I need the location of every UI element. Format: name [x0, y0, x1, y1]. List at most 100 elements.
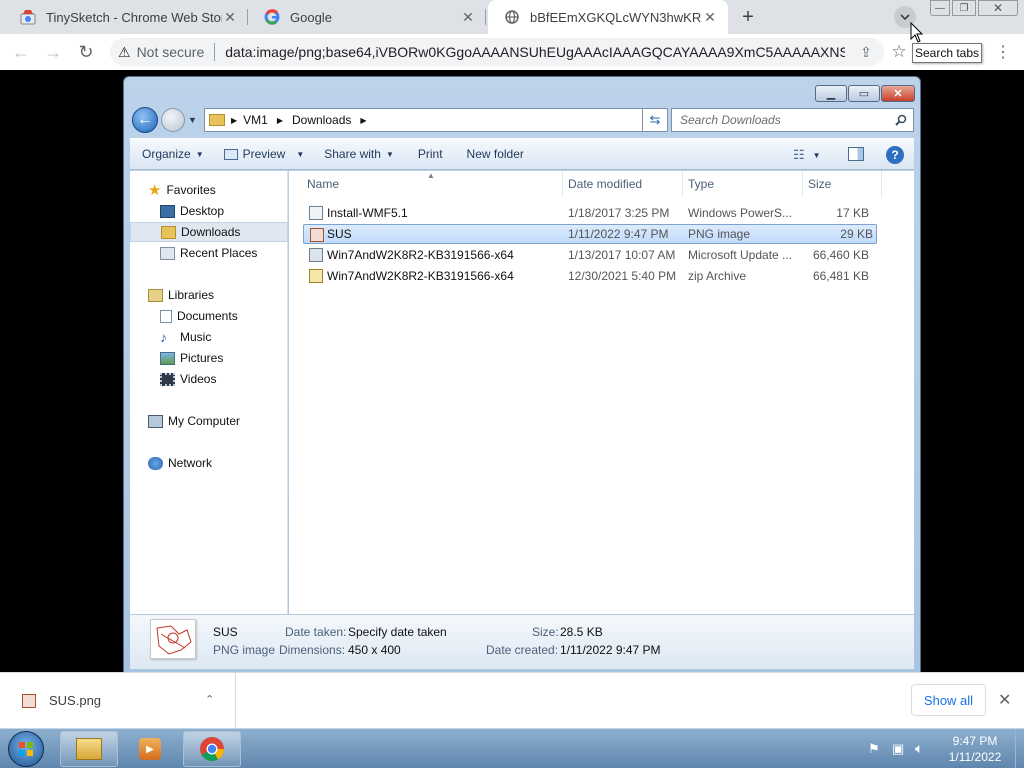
explorer-address-bar[interactable]: ▶ VM1 ▶ Downloads ▶ ▼ — [204, 108, 668, 132]
recent-places-icon — [160, 246, 175, 260]
nav-downloads[interactable]: Downloads — [130, 222, 288, 242]
warning-icon: ⚠ — [118, 43, 131, 60]
start-button[interactable] — [8, 731, 44, 767]
search-tabs-tooltip: Search tabs — [912, 43, 982, 63]
close-tab-icon[interactable]: ✕ — [460, 9, 476, 26]
nav-music[interactable]: ♪ Music — [160, 327, 211, 347]
preview-pane-icon[interactable] — [848, 147, 864, 161]
sus-thumbnail — [150, 619, 196, 659]
google-icon — [264, 9, 280, 25]
breadcrumb-vm1[interactable]: VM1 — [243, 113, 268, 127]
preview-menu[interactable]: Preview ▼ — [223, 147, 304, 161]
nav-desktop[interactable]: Desktop — [160, 201, 224, 221]
breadcrumb-downloads[interactable]: Downloads — [292, 113, 351, 127]
print-button[interactable]: Print — [418, 147, 443, 161]
download-file-name: SUS.png — [49, 693, 102, 708]
new-folder-button[interactable]: New folder — [467, 147, 524, 161]
preview-label: Preview — [242, 147, 286, 161]
explorer-forward-icon[interactable] — [161, 108, 185, 132]
organize-menu[interactable]: Organize ▼ — [142, 147, 204, 161]
volume-icon[interactable]: 🔈︎ — [915, 740, 923, 757]
navigation-pane: ★ Favorites Desktop Downloads Recent Plac… — [130, 171, 288, 614]
file-size: 29 KB — [840, 227, 873, 241]
divider — [214, 43, 216, 61]
network-tray-icon[interactable]: ▣ — [892, 741, 904, 757]
close-tab-icon[interactable]: ✕ — [222, 9, 238, 26]
file-size: 17 KB — [836, 206, 869, 220]
chevron-up-icon[interactable]: ⌃ — [205, 693, 214, 706]
file-row-msu[interactable]: Win7AndW2K8R2-KB3191566-x64 1/13/2017 10… — [303, 245, 877, 265]
nav-network[interactable]: Network — [148, 453, 212, 473]
command-bar: Organize ▼ Preview ▼ Share with ▼ Print New… — [130, 138, 914, 170]
desktop-icon — [160, 204, 175, 218]
column-date-modified[interactable]: Date modified — [562, 171, 683, 197]
close-download-bar-icon[interactable]: ✕ — [998, 690, 1011, 710]
view-options[interactable]: ☷ ▼ — [793, 147, 821, 163]
tab-title: TinySketch - Chrome Web Store — [46, 9, 222, 25]
download-item-sus[interactable]: SUS.png ⌃ — [0, 673, 236, 728]
nav-label: Recent Places — [180, 246, 258, 260]
tab-tinysketch[interactable]: TinySketch - Chrome Web Store ✕ — [4, 0, 248, 34]
date-taken-value[interactable]: Specify date taken — [348, 625, 447, 639]
file-type: Windows PowerS... — [688, 206, 793, 220]
clock[interactable]: 9:47 PM 1/11/2022 — [940, 733, 1010, 765]
media-player-icon: ▶ — [139, 738, 161, 760]
share-icon[interactable]: ⇪ — [855, 41, 877, 63]
sketch-thumbnail-icon — [156, 625, 192, 655]
help-icon[interactable]: ? — [886, 146, 904, 164]
tab-google[interactable]: Google ✕ — [248, 0, 486, 34]
nav-documents[interactable]: Documents — [160, 306, 238, 326]
nav-libraries[interactable]: Libraries — [148, 285, 214, 305]
restore-browser-button[interactable]: ❐ — [952, 0, 976, 16]
recent-pages-chevron-icon[interactable]: ▼ — [188, 115, 197, 125]
chevron-down-icon: ▼ — [812, 150, 821, 160]
documents-icon — [160, 309, 172, 323]
close-tab-icon[interactable]: ✕ — [702, 9, 718, 26]
globe-icon — [504, 9, 520, 25]
details-pane: SUS PNG image Date taken: Specify date t… — [130, 614, 914, 669]
computer-icon — [148, 414, 163, 428]
security-label: Not secure — [136, 44, 205, 60]
tab-data-image[interactable]: bBfEEmXGKQLcWYN3hwKRXHBT ✕ — [488, 0, 728, 34]
search-downloads-input[interactable]: Search Downloads — [671, 108, 914, 132]
minimize-browser-button[interactable]: — — [930, 0, 950, 16]
close-button[interactable]: ✕ — [881, 85, 915, 102]
file-name: Win7AndW2K8R2-KB3191566-x64 — [327, 248, 514, 262]
nav-pictures[interactable]: Pictures — [160, 348, 223, 368]
taskbar-chrome-button[interactable] — [183, 731, 241, 767]
minimize-button[interactable]: ▁ — [815, 85, 847, 102]
nav-recent-places[interactable]: Recent Places — [160, 243, 257, 263]
column-type[interactable]: Type — [682, 171, 803, 197]
maximize-button[interactable]: ▭ — [848, 85, 880, 102]
search-placeholder: Search Downloads — [680, 113, 781, 127]
back-icon[interactable]: ← — [10, 41, 32, 63]
nav-favorites[interactable]: ★ Favorites — [148, 180, 216, 200]
address-bar[interactable]: ⚠ Not secure data:image/png;base64,iVBOR… — [110, 38, 884, 66]
new-tab-button[interactable]: + — [737, 6, 759, 28]
taskbar-explorer-button[interactable] — [60, 731, 118, 767]
file-row-sus[interactable]: SUS 1/11/2022 9:47 PM PNG image 29 KB — [303, 224, 877, 244]
tab-title: Google — [290, 9, 332, 25]
close-browser-button[interactable]: ✕ — [978, 0, 1018, 16]
show-desktop-button[interactable] — [1015, 729, 1024, 768]
nav-videos[interactable]: Videos — [160, 369, 216, 389]
share-with-menu[interactable]: Share with ▼ — [324, 147, 394, 161]
chrome-icon — [200, 737, 224, 762]
show-all-button[interactable]: Show all — [911, 684, 986, 716]
nav-my-computer[interactable]: My Computer — [148, 411, 240, 431]
forward-icon[interactable]: → — [42, 41, 64, 63]
action-center-icon[interactable]: ⚑ — [868, 741, 880, 757]
explorer-back-icon[interactable]: ← — [132, 107, 158, 133]
file-row-zip[interactable]: Win7AndW2K8R2-KB3191566-x64 12/30/2021 5… — [303, 266, 877, 286]
column-size[interactable]: Size — [802, 171, 882, 197]
file-row-install-wmf[interactable]: Install-WMF5.1 1/18/2017 3:25 PM Windows… — [303, 203, 877, 223]
taskbar-media-player-button[interactable]: ▶ — [121, 731, 179, 767]
bookmark-star-icon[interactable]: ☆ — [888, 41, 910, 63]
reload-icon[interactable]: ↻ — [75, 41, 97, 63]
refresh-icon[interactable]: ⇆ — [642, 108, 668, 132]
file-date: 1/18/2017 3:25 PM — [568, 206, 670, 220]
update-package-icon — [309, 248, 323, 262]
menu-kebab-icon[interactable]: ⋮ — [992, 41, 1014, 63]
browser-toolbar: ← → ↻ ⚠ Not secure data:image/png;base64… — [0, 34, 1024, 70]
nav-label: Pictures — [180, 351, 224, 365]
